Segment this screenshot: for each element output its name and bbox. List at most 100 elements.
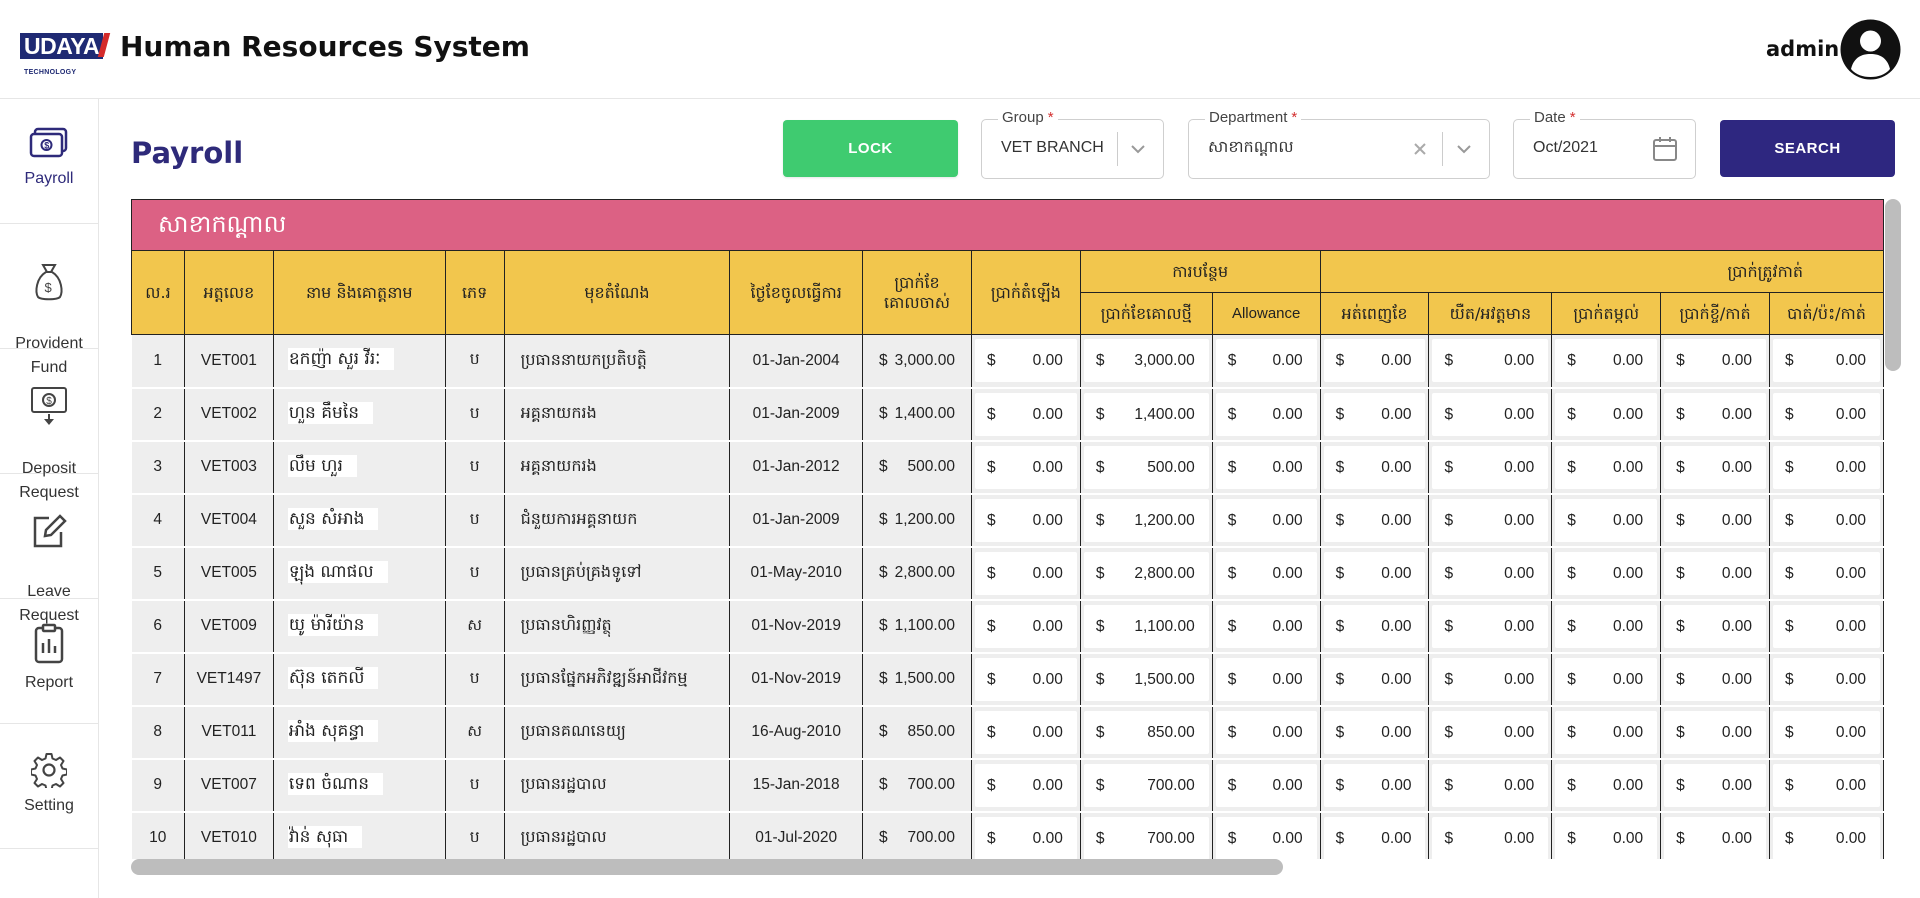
sidebar-item-payroll[interactable]: $ Payroll <box>0 99 98 224</box>
late-input[interactable]: $0.00 <box>1432 816 1549 859</box>
allowance-input[interactable]: $0.00 <box>1215 604 1317 648</box>
late-input[interactable]: $0.00 <box>1432 551 1549 595</box>
search-button[interactable]: SEARCH <box>1720 120 1895 177</box>
loan-input[interactable]: $0.00 <box>1664 710 1767 754</box>
payroll-table-container[interactable]: សាខាកណ្តាល ល.រ អត្តលេខ នាម និងគោត្តនាម ភ… <box>131 199 1884 859</box>
allowance-input[interactable]: $0.00 <box>1215 551 1317 595</box>
new-base-input[interactable]: $700.00 <box>1083 763 1209 807</box>
allowance-input[interactable]: $0.00 <box>1215 392 1317 436</box>
savings-input[interactable]: $0.00 <box>1555 498 1658 542</box>
damage-input[interactable]: $0.00 <box>1773 498 1880 542</box>
department-select[interactable]: Department * សាខាកណ្តាល <box>1188 109 1490 179</box>
loan-input[interactable]: $0.00 <box>1664 498 1767 542</box>
damage-input[interactable]: $0.00 <box>1773 657 1880 701</box>
user-avatar-icon[interactable] <box>1840 19 1901 80</box>
savings-input[interactable]: $0.00 <box>1555 445 1658 489</box>
savings-input[interactable]: $0.00 <box>1555 763 1658 807</box>
allowance-input[interactable]: $0.00 <box>1215 339 1317 383</box>
new-base-input[interactable]: $500.00 <box>1083 445 1209 489</box>
new-base-input[interactable]: $850.00 <box>1083 710 1209 754</box>
allowance-input[interactable]: $0.00 <box>1215 498 1317 542</box>
damage-input[interactable]: $0.00 <box>1773 339 1880 383</box>
half-input[interactable]: $0.00 <box>1323 445 1426 489</box>
damage-input[interactable]: $0.00 <box>1773 763 1880 807</box>
damage-input[interactable]: $0.00 <box>1773 551 1880 595</box>
late-input[interactable]: $0.00 <box>1432 445 1549 489</box>
new-base-input[interactable]: $1,400.00 <box>1083 392 1209 436</box>
loan-input[interactable]: $0.00 <box>1664 604 1767 648</box>
sidebar-item-leave-request[interactable]: Leave Request <box>0 474 98 624</box>
late-input[interactable]: $0.00 <box>1432 710 1549 754</box>
sidebar-item-provident-fund[interactable]: $ Provident Fund <box>0 224 98 376</box>
sidebar-item-setting[interactable]: Setting <box>0 724 98 849</box>
lock-button[interactable]: LOCK <box>783 120 958 177</box>
half-input[interactable]: $0.00 <box>1323 604 1426 648</box>
allowance-input[interactable]: $0.00 <box>1215 816 1317 859</box>
loan-input[interactable]: $0.00 <box>1664 392 1767 436</box>
new-base-input[interactable]: $700.00 <box>1083 816 1209 859</box>
late-input[interactable]: $0.00 <box>1432 498 1549 542</box>
allowance-input[interactable]: $0.00 <box>1215 710 1317 754</box>
savings-input[interactable]: $0.00 <box>1555 816 1658 859</box>
clear-icon[interactable] <box>1411 140 1429 158</box>
late-input[interactable]: $0.00 <box>1432 604 1549 648</box>
new-base-input[interactable]: $1,500.00 <box>1083 657 1209 701</box>
allowance-input[interactable]: $0.00 <box>1215 657 1317 701</box>
half-input[interactable]: $0.00 <box>1323 551 1426 595</box>
half-input[interactable]: $0.00 <box>1323 498 1426 542</box>
raise-input[interactable]: $0.00 <box>974 710 1077 754</box>
half-input[interactable]: $0.00 <box>1323 392 1426 436</box>
loan-input[interactable]: $0.00 <box>1664 763 1767 807</box>
raise-input[interactable]: $0.00 <box>974 339 1077 383</box>
date-picker[interactable]: Date * Oct/2021 <box>1513 109 1696 179</box>
savings-input[interactable]: $0.00 <box>1555 604 1658 648</box>
raise-input[interactable]: $0.00 <box>974 498 1077 542</box>
raise-input[interactable]: $0.00 <box>974 816 1077 859</box>
late-input[interactable]: $0.00 <box>1432 392 1549 436</box>
half-input[interactable]: $0.00 <box>1323 657 1426 701</box>
new-base-input[interactable]: $3,000.00 <box>1083 339 1209 383</box>
half-input[interactable]: $0.00 <box>1323 816 1426 859</box>
user-name[interactable]: admin <box>1766 37 1839 61</box>
savings-input[interactable]: $0.00 <box>1555 339 1658 383</box>
sidebar-item-deposit-request[interactable]: $ Deposit Request <box>0 349 98 501</box>
raise-input[interactable]: $0.00 <box>974 657 1077 701</box>
calendar-icon[interactable] <box>1652 136 1678 162</box>
raise-input[interactable]: $0.00 <box>974 551 1077 595</box>
late-input[interactable]: $0.00 <box>1432 339 1549 383</box>
allowance-input[interactable]: $0.00 <box>1215 445 1317 489</box>
damage-input[interactable]: $0.00 <box>1773 816 1880 859</box>
savings-input[interactable]: $0.00 <box>1555 551 1658 595</box>
loan-input[interactable]: $0.00 <box>1664 657 1767 701</box>
damage-input[interactable]: $0.00 <box>1773 392 1880 436</box>
half-input[interactable]: $0.00 <box>1323 763 1426 807</box>
new-base-input[interactable]: $2,800.00 <box>1083 551 1209 595</box>
horizontal-scrollbar[interactable] <box>131 859 1283 875</box>
group-select[interactable]: Group * VET BRANCH <box>981 109 1164 179</box>
allowance-input[interactable]: $0.00 <box>1215 763 1317 807</box>
new-base-input[interactable]: $1,100.00 <box>1083 604 1209 648</box>
late-input[interactable]: $0.00 <box>1432 763 1549 807</box>
savings-input[interactable]: $0.00 <box>1555 392 1658 436</box>
raise-input[interactable]: $0.00 <box>974 445 1077 489</box>
vertical-scrollbar[interactable] <box>1885 199 1901 371</box>
raise-input[interactable]: $0.00 <box>974 763 1077 807</box>
loan-input[interactable]: $0.00 <box>1664 551 1767 595</box>
damage-input[interactable]: $0.00 <box>1773 710 1880 754</box>
late-input[interactable]: $0.00 <box>1432 657 1549 701</box>
savings-input[interactable]: $0.00 <box>1555 657 1658 701</box>
loan-input[interactable]: $0.00 <box>1664 816 1767 859</box>
chevron-down-icon[interactable] <box>1129 140 1147 158</box>
loan-input[interactable]: $0.00 <box>1664 339 1767 383</box>
sidebar-item-report[interactable]: Report <box>0 599 98 724</box>
damage-input[interactable]: $0.00 <box>1773 445 1880 489</box>
half-input[interactable]: $0.00 <box>1323 710 1426 754</box>
new-base-input[interactable]: $1,200.00 <box>1083 498 1209 542</box>
raise-input[interactable]: $0.00 <box>974 604 1077 648</box>
chevron-down-icon[interactable] <box>1455 140 1473 158</box>
half-input[interactable]: $0.00 <box>1323 339 1426 383</box>
raise-input[interactable]: $0.00 <box>974 392 1077 436</box>
company-logo[interactable]: UDAYA TECHNOLOGY <box>20 33 104 76</box>
loan-input[interactable]: $0.00 <box>1664 445 1767 489</box>
damage-input[interactable]: $0.00 <box>1773 604 1880 648</box>
